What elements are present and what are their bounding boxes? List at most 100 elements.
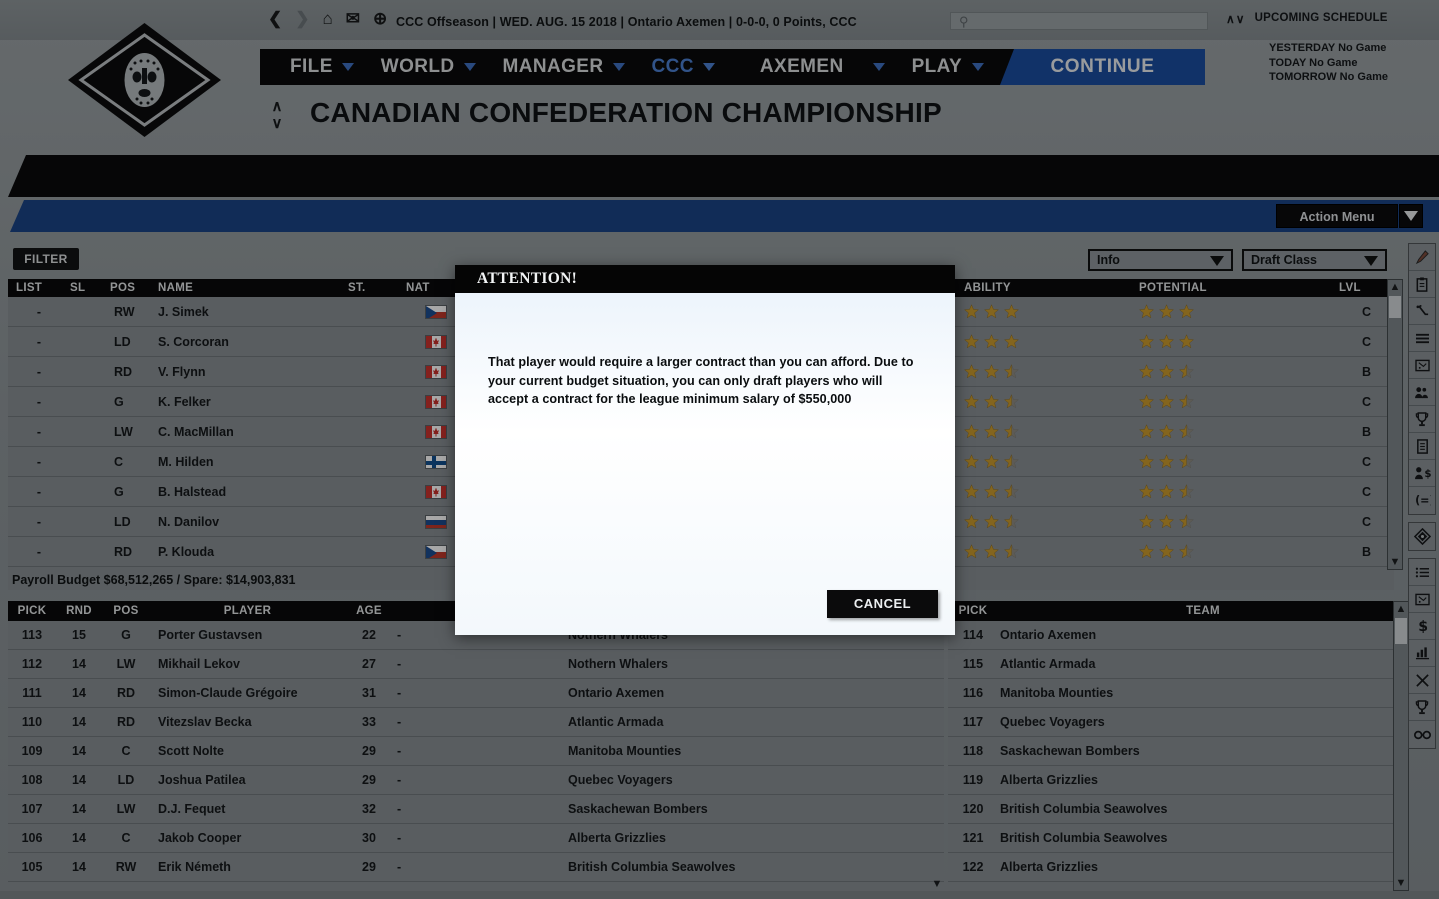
mail-icon[interactable]: ✉ [346,10,360,27]
globe-icon[interactable]: ⊕ [373,10,387,27]
list-icon[interactable] [1409,559,1435,586]
column-header-lvl[interactable]: LVL [1339,282,1394,294]
column-header-list[interactable]: LIST [8,282,70,294]
equals-icon[interactable]: (=) [1409,487,1435,514]
chevron-down-icon [872,63,885,71]
hockey-stick-icon[interactable] [1409,298,1435,325]
table-row[interactable]: 108 14 LD Joshua Patilea 29 - Quebec Voyagers [8,766,944,795]
player-table-scrollbar[interactable]: ▲ ▼ [1387,279,1403,570]
column-header-pos[interactable]: POS [110,282,158,294]
column-header-st[interactable]: ST. [348,282,406,294]
rink-icon[interactable] [1409,586,1435,613]
pen-icon[interactable] [1409,244,1435,271]
table-row[interactable]: 116 Manitoba Mounties [948,679,1408,708]
cell-team: Alberta Grizzlies [568,831,666,845]
continue-button[interactable]: CONTINUE [1000,49,1205,85]
page-title-up-icon[interactable]: ∧ [268,98,286,115]
document-icon[interactable] [1409,433,1435,460]
page-title-down-icon[interactable]: ∨ [268,115,286,132]
scroll-down-icon[interactable]: ▼ [1388,555,1402,569]
schedule-arrows-icon[interactable]: ∧∨ [1226,12,1246,26]
menu-item-file[interactable]: FILE [280,56,371,78]
trophy-icon[interactable] [1409,694,1435,721]
scroll-up-icon[interactable]: ▲ [1394,602,1408,616]
table-row[interactable]: 117 Quebec Voyagers [948,708,1408,737]
star-half-icon [1179,364,1194,379]
action-menu-button[interactable]: Action Menu [1276,204,1398,228]
table-row[interactable]: 107 14 LW D.J. Fequet 32 - Saskachewan Bombers [8,795,944,824]
back-icon[interactable]: ❮ [268,10,282,27]
page-title-stepper[interactable]: ∧ ∨ [268,98,286,132]
search-input[interactable]: ⚲ [950,12,1208,30]
scroll-up-icon[interactable]: ▲ [1388,280,1402,294]
column-header-ability[interactable]: ABILITY [964,282,1139,294]
scroll-down-icon[interactable]: ▼ [1394,876,1408,890]
menu-item-play[interactable]: PLAY [902,56,985,78]
flag-ca-icon [425,484,447,499]
table-row[interactable]: 105 14 RW Erik Németh 29 - British Columbia Se… [8,853,944,882]
cancel-button[interactable]: CANCEL [827,590,938,618]
scroll-thumb[interactable] [1395,618,1407,644]
column-header-name[interactable]: NAME [158,282,348,294]
table-row[interactable]: 120 British Columbia Seawolves [948,795,1408,824]
star-half-icon [1179,484,1194,499]
table-row[interactable]: 109 14 C Scott Nolte 29 - Manitoba Mounties [8,737,944,766]
column-header-player[interactable]: PLAYER [150,605,345,617]
diamond-logo-icon[interactable] [1409,523,1435,550]
info-dropdown[interactable]: Info [1088,249,1233,271]
star-full-icon [964,364,979,379]
lines-icon[interactable] [1409,325,1435,352]
column-header-potential[interactable]: POTENTIAL [1139,282,1339,294]
menu-item-axemen[interactable]: AXEMEN [732,56,902,78]
glasses-icon[interactable] [1409,721,1435,748]
menu-item-manager[interactable]: MANAGER [493,56,642,78]
scroll-thumb[interactable] [1389,296,1401,318]
table-row[interactable]: 122 Alberta Grizzlies [948,853,1408,882]
bar-chart-icon[interactable] [1409,640,1435,667]
dollar-icon[interactable]: $ [1409,613,1435,640]
table-row[interactable]: 110 14 RD Vitezslav Becka 33 - Atlantic Armada [8,708,944,737]
table-row[interactable]: 106 14 C Jakob Cooper 30 - Alberta Grizzlies [8,824,944,853]
menu-item-ccc[interactable]: CCC [642,56,732,78]
menu-item-world[interactable]: WORLD [371,56,493,78]
picks-table-scrollbar[interactable]: ▲ ▼ [930,619,944,891]
menu-label: PLAY [911,56,963,77]
table-row[interactable]: 114 Ontario Axemen [948,621,1408,650]
crossed-sticks-icon[interactable] [1409,667,1435,694]
order-table-scrollbar[interactable]: ▲ ▼ [1393,601,1409,891]
column-header-age[interactable]: AGE [345,605,393,617]
column-header-pos[interactable]: POS [102,605,150,617]
forward-icon[interactable]: ❯ [295,10,309,27]
trophy-icon[interactable] [1409,406,1435,433]
table-row[interactable]: 111 14 RD Simon-Claude Grégoire 31 - Ontario A… [8,679,944,708]
table-row[interactable]: 119 Alberta Grizzlies [948,766,1408,795]
column-header-pick[interactable]: PICK [8,605,56,617]
rink-icon[interactable] [1409,352,1435,379]
filter-button[interactable]: FILTER [13,248,79,270]
menu-label: MANAGER [502,56,604,77]
cell-player: Simon-Claude Grégoire [158,686,298,700]
people-icon[interactable] [1409,379,1435,406]
column-header-team[interactable]: TEAM [998,605,1408,617]
action-menu-dropdown-button[interactable] [1399,204,1423,228]
cell-name: C. MacMillan [158,424,234,439]
column-header-sl[interactable]: SL [70,282,110,294]
scroll-down-icon[interactable]: ▼ [930,877,944,891]
table-row[interactable]: 118 Saskachewan Bombers [948,737,1408,766]
home-icon[interactable]: ⌂ [323,10,333,27]
clipboard-icon[interactable] [1409,271,1435,298]
person-dollar-icon[interactable]: $ [1409,460,1435,487]
column-header-pick[interactable]: PICK [948,605,998,617]
info-dropdown-label: Info [1097,253,1120,267]
table-row[interactable]: 112 14 LW Mikhail Lekov 27 - Nothern Whalers [8,650,944,679]
star-full-icon [1004,304,1019,319]
table-row[interactable]: 121 British Columbia Seawolves [948,824,1408,853]
cell-team: Manitoba Mounties [568,744,682,758]
draft-class-dropdown[interactable]: Draft Class [1242,249,1387,271]
star-rating [1139,424,1339,439]
cell-pos: LW [116,657,136,671]
table-row[interactable]: 115 Atlantic Armada [948,650,1408,679]
cancel-label: CANCEL [853,596,912,611]
cell-team: Ontario Axemen [568,686,665,700]
column-header-rnd[interactable]: RND [56,605,102,617]
